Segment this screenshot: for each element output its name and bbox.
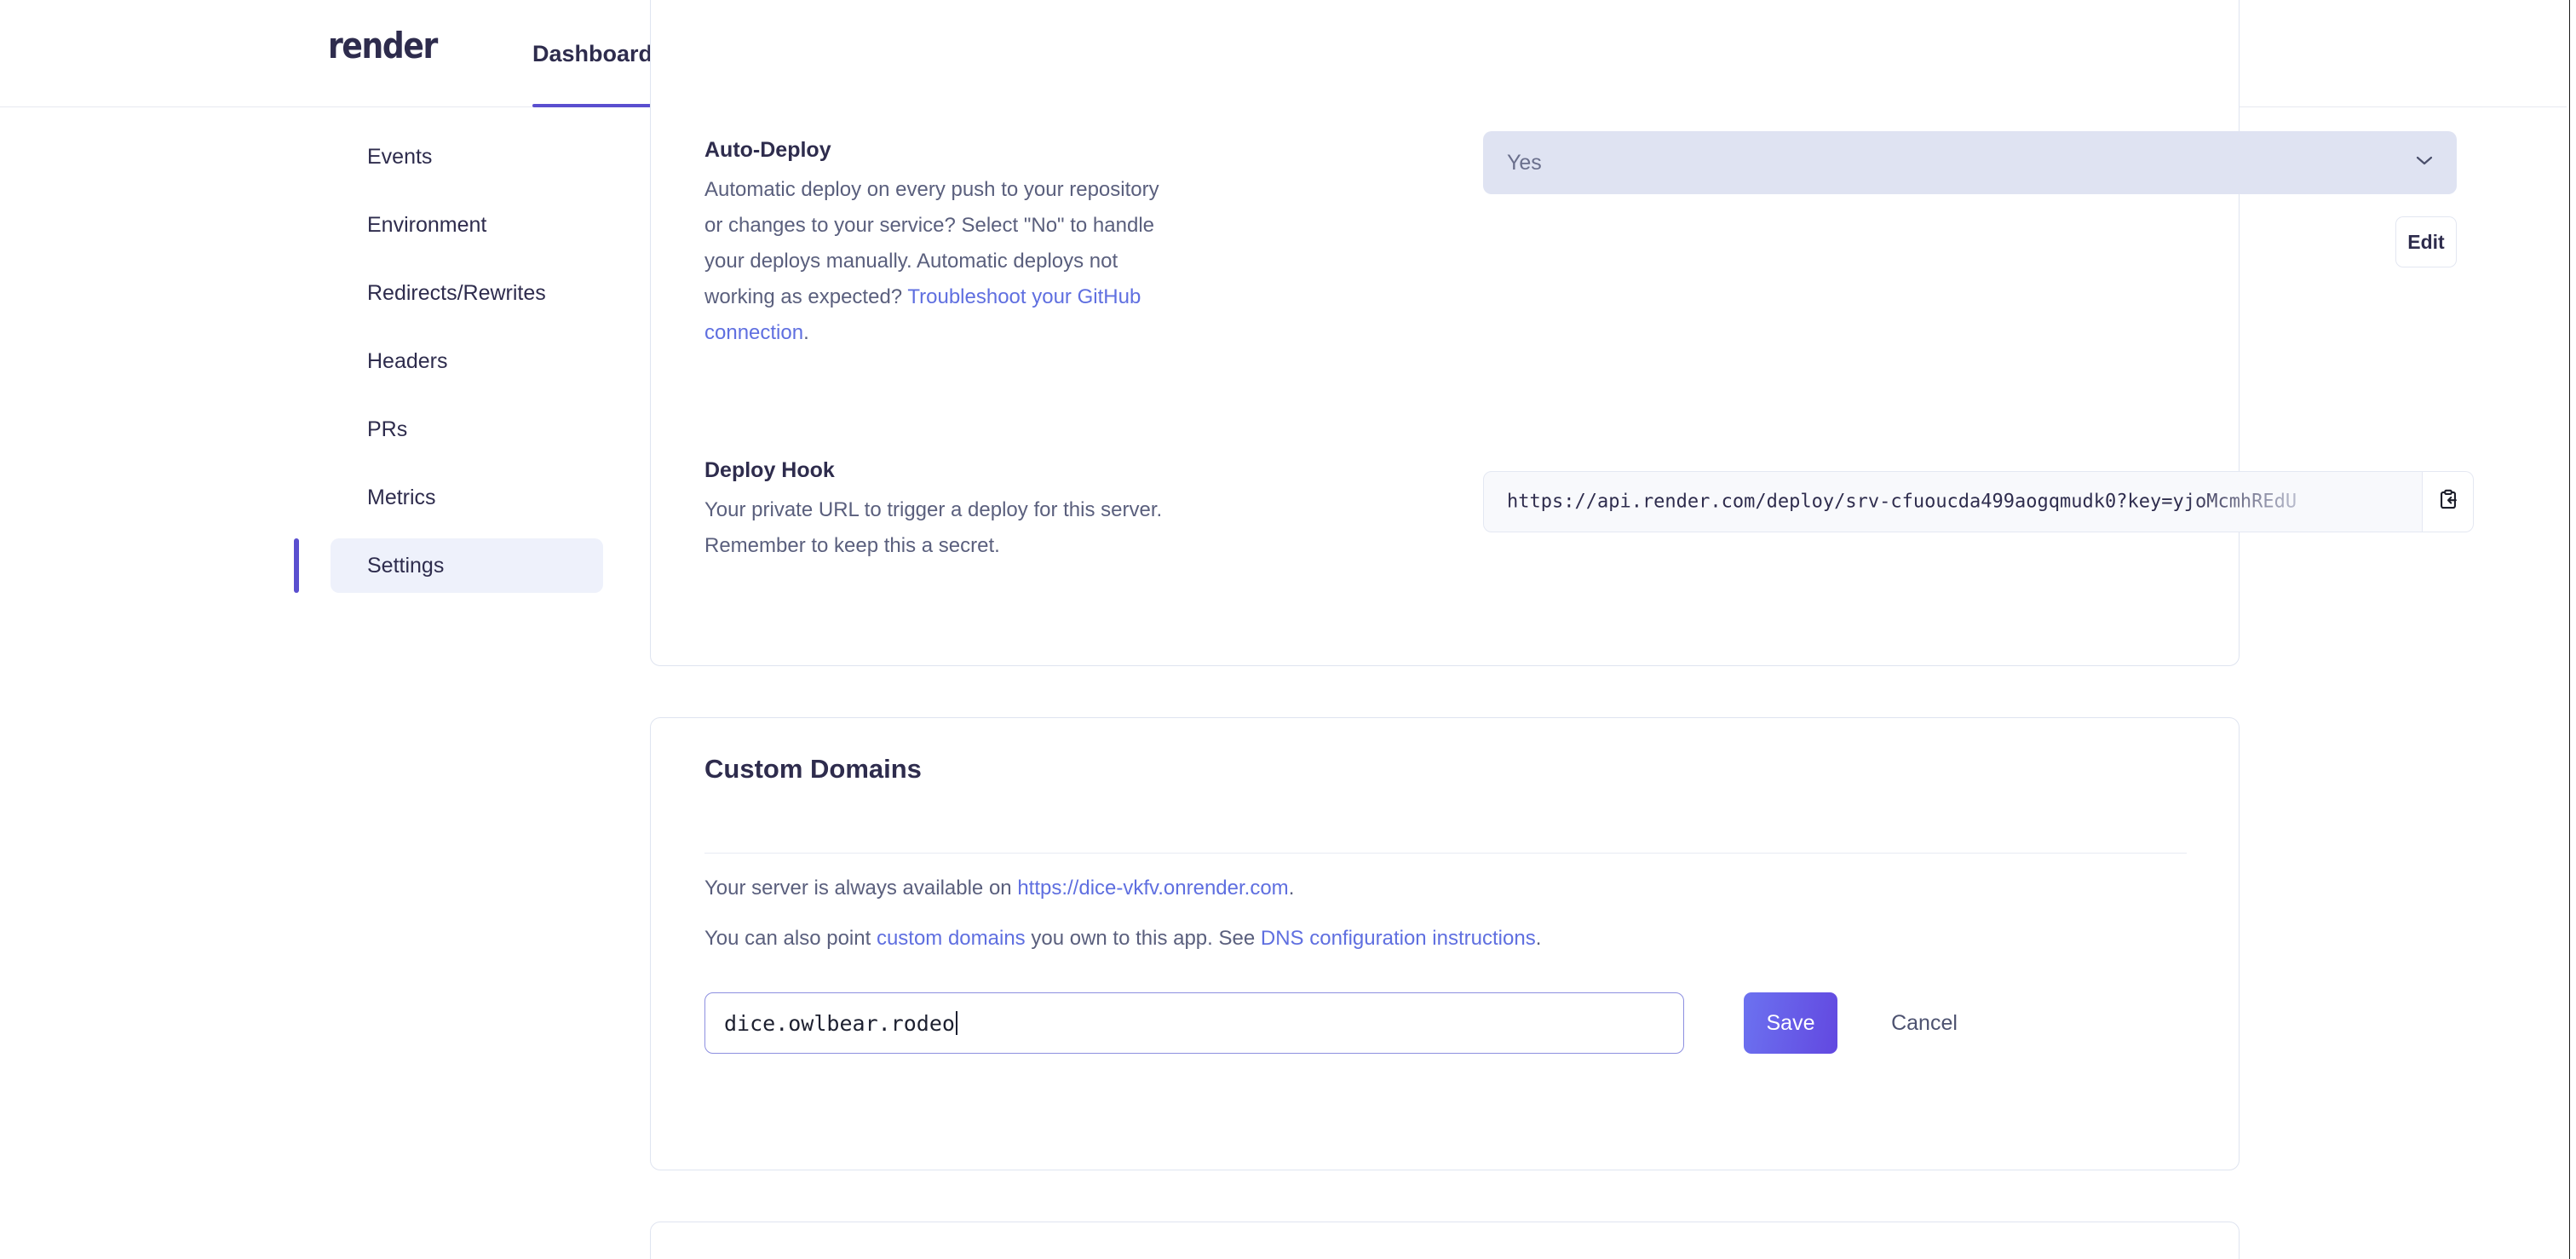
deploy-hook-url-field[interactable]: https://api.render.com/deploy/srv-cfuouc… — [1483, 471, 2423, 532]
deploy-hook-description: Your private URL to trigger a deploy for… — [704, 492, 1171, 564]
section-divider — [704, 853, 2187, 854]
auto-deploy-field: Auto-Deploy Automatic deploy on every pu… — [704, 138, 1182, 351]
app-root: render Dashboard Blueprints Env Groups D… — [0, 0, 2576, 1259]
auto-deploy-select[interactable]: Yes — [1483, 131, 2457, 194]
sidebar-item-label: Redirects/Rewrites — [367, 281, 546, 306]
onrender-url-link[interactable]: https://dice-vkfv.onrender.com — [1017, 877, 1288, 900]
auto-deploy-desc-period: . — [803, 321, 809, 344]
server-availability-prefix: Your server is always available on — [704, 877, 1017, 900]
clipboard-copy-icon — [2436, 488, 2460, 516]
server-availability-suffix: . — [1289, 877, 1295, 900]
sidebar-item-label: Headers — [367, 349, 448, 374]
custom-domain-input-value: dice.owlbear.rodeo — [705, 1011, 955, 1036]
sidebar-item-settings[interactable]: Settings — [331, 538, 603, 593]
sidebar-item-events[interactable]: Events — [331, 129, 603, 184]
cancel-domain-button[interactable]: Cancel — [1860, 992, 1988, 1054]
server-availability-text: Your server is always available on https… — [704, 877, 1294, 900]
deploy-settings-card: Auto-Deploy Automatic deploy on every pu… — [650, 0, 2240, 666]
copy-deploy-hook-button[interactable] — [2423, 471, 2474, 532]
sidebar-item-label: Events — [367, 145, 432, 170]
window-right-edge — [2569, 0, 2576, 1259]
custom-domain-input[interactable]: dice.owlbear.rodeo — [704, 992, 1684, 1054]
chevron-down-icon — [2414, 154, 2435, 171]
sidebar-item-label: Environment — [367, 213, 486, 238]
sidebar-item-prs[interactable]: PRs — [331, 402, 603, 457]
sidebar-item-redirects-rewrites[interactable]: Redirects/Rewrites — [331, 266, 603, 320]
edit-auto-deploy-button[interactable]: Edit — [2395, 216, 2457, 267]
sidebar-item-headers[interactable]: Headers — [331, 334, 603, 388]
sidebar-item-label: Metrics — [367, 486, 436, 510]
nav-item-dashboard[interactable]: Dashboard — [532, 39, 653, 68]
auto-deploy-title: Auto-Deploy — [704, 138, 1182, 163]
custom-domains-help-text: You can also point custom domains you ow… — [704, 927, 1541, 951]
dns-configuration-instructions-link[interactable]: DNS configuration instructions — [1261, 927, 1536, 950]
custom-domains-heading: Custom Domains — [704, 754, 922, 785]
deploy-hook-field: Deploy Hook Your private URL to trigger … — [704, 458, 1182, 564]
sidebar-item-metrics[interactable]: Metrics — [331, 470, 603, 525]
save-domain-button[interactable]: Save — [1744, 992, 1837, 1054]
service-sidebar: Events Environment Redirects/Rewrites He… — [331, 107, 603, 607]
sidebar-item-label: PRs — [367, 417, 407, 442]
sidebar-item-environment[interactable]: Environment — [331, 198, 603, 252]
next-settings-card-partial — [650, 1222, 2240, 1259]
render-logo[interactable]: render — [328, 28, 437, 64]
auto-deploy-description: Automatic deploy on every push to your r… — [704, 172, 1171, 351]
deploy-hook-title: Deploy Hook — [704, 458, 1182, 483]
help-text-suffix: . — [1536, 927, 1542, 950]
auto-deploy-select-value: Yes — [1483, 151, 1542, 175]
help-text-prefix: You can also point — [704, 927, 877, 950]
sidebar-item-label: Settings — [367, 554, 444, 578]
text-cursor — [956, 1011, 957, 1035]
custom-domains-link[interactable]: custom domains — [877, 927, 1026, 950]
deploy-hook-url-text: https://api.render.com/deploy/srv-cfuouc… — [1507, 492, 2297, 513]
help-text-mid: you own to this app. See — [1026, 927, 1261, 950]
custom-domains-card: Custom Domains Your server is always ava… — [650, 717, 2240, 1170]
